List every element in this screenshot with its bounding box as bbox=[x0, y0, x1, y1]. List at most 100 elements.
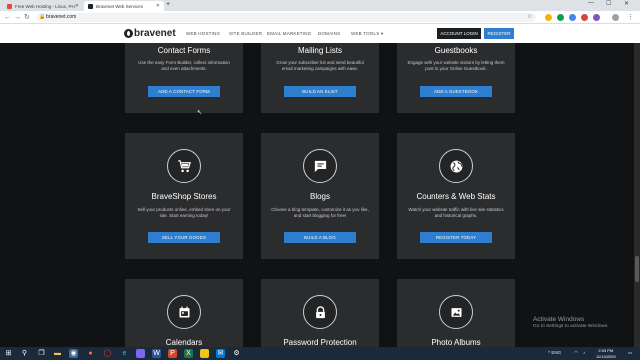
card-calendars: Calendars bbox=[125, 279, 243, 347]
extension-icon[interactable] bbox=[593, 14, 600, 21]
card-description: Grow your subscriber list and send beaut… bbox=[276, 60, 364, 71]
card-title: Mailing Lists bbox=[297, 46, 342, 55]
windows-taskbar: ⊞ ⚲ ❐ ▬ ◉ ● ◯ e W P X ✉ ⚙ ^ ENG ◠ ♪ 2:03… bbox=[0, 347, 640, 360]
register-today-button[interactable]: REGISTER TODAY bbox=[420, 232, 492, 243]
firefox-icon[interactable]: ● bbox=[86, 349, 95, 358]
add-contact-form-button[interactable]: ADD A CONTACT FORM bbox=[148, 86, 220, 97]
search-icon[interactable]: ⚲ bbox=[20, 349, 29, 358]
settings-gear-icon[interactable]: ⚙ bbox=[232, 349, 241, 358]
powerpoint-icon[interactable]: P bbox=[168, 349, 177, 358]
back-arrow-icon[interactable]: ← bbox=[4, 13, 11, 22]
opera-icon[interactable]: ◯ bbox=[103, 349, 112, 358]
card-title: Calendars bbox=[165, 338, 203, 347]
activate-windows-subtitle: Go to Settings to activate Windows. bbox=[533, 324, 609, 329]
site-header: bravenet WEB HOSTING SITE BUILDER EMAIL … bbox=[0, 24, 640, 43]
build-a-blog-button[interactable]: BUILD A BLOG bbox=[284, 232, 356, 243]
wifi-icon[interactable]: ◠ bbox=[574, 350, 578, 356]
tab-close-icon[interactable]: ✕ bbox=[75, 3, 79, 9]
tab-favicon-icon bbox=[88, 3, 93, 9]
activate-windows-title: Activate Windows bbox=[533, 316, 585, 323]
add-a-guestbook-button[interactable]: ADD A GUESTBOOK bbox=[420, 86, 492, 97]
card-title: Password Protection bbox=[283, 338, 357, 347]
extension-icon[interactable] bbox=[545, 14, 552, 21]
tab-label: Bravenet Web Services bbox=[96, 3, 143, 9]
card-title: Contact Forms bbox=[157, 46, 211, 55]
browser-menu-icon[interactable]: ⋮ bbox=[627, 13, 634, 22]
volume-icon[interactable]: ♪ bbox=[583, 350, 585, 355]
forward-arrow-icon[interactable]: → bbox=[14, 13, 21, 22]
nav-site-builder[interactable]: SITE BUILDER bbox=[229, 31, 262, 36]
system-tray[interactable]: ^ ENG bbox=[548, 350, 561, 355]
globe-icon bbox=[439, 149, 473, 183]
card-password-protection: Password Protection bbox=[261, 279, 379, 347]
notifications-icon[interactable]: ▭ bbox=[628, 350, 632, 356]
page-scrollbar-thumb[interactable] bbox=[635, 256, 639, 282]
photo-icon bbox=[439, 295, 473, 329]
reload-icon[interactable]: ↻ bbox=[24, 13, 30, 22]
page-scrollbar[interactable] bbox=[634, 43, 640, 347]
new-tab-button[interactable]: + bbox=[166, 1, 170, 8]
nav-email-marketing[interactable]: EMAIL MARKETING bbox=[267, 31, 311, 36]
clock-time: 2:03 PM bbox=[598, 348, 614, 353]
bravenet-logo[interactable]: bravenet bbox=[124, 28, 176, 39]
lock-icon: 🔒 bbox=[39, 14, 46, 20]
extension-icon[interactable] bbox=[569, 14, 576, 21]
bookmark-star-icon[interactable]: ☆ bbox=[527, 13, 532, 22]
calendar-icon bbox=[167, 295, 201, 329]
chrome-icon[interactable]: ◉ bbox=[69, 349, 78, 358]
card-description: Watch your website traffic with live sit… bbox=[408, 207, 504, 218]
nav-web-hosting[interactable]: WEB HOSTING bbox=[186, 31, 220, 36]
lock-icon bbox=[303, 295, 337, 329]
nav-web-tools[interactable]: WEB TOOLS ▾ bbox=[351, 31, 383, 37]
chat-bubble-icon bbox=[303, 149, 337, 183]
card-title: BraveShop Stores bbox=[151, 192, 217, 201]
card-description: Use the easy Form Builder, collect infor… bbox=[138, 60, 230, 71]
minimize-window-icon[interactable]: — bbox=[588, 0, 594, 6]
browser-tab-free-web-hosting[interactable]: Free Web Hosting - Linux, PHP, ... ✕ bbox=[3, 1, 83, 11]
card-contact-forms: Contact Forms Use the easy Form Builder,… bbox=[125, 43, 243, 113]
nav-domains[interactable]: DOMAINS bbox=[318, 31, 340, 36]
card-guestbooks: Guestbooks Engage with your website visi… bbox=[397, 43, 515, 113]
card-braveshop-stores: BraveShop Stores Sell your products onli… bbox=[125, 133, 243, 259]
mouse-cursor-icon: ↖ bbox=[197, 110, 203, 116]
card-title: Photo Albums bbox=[431, 338, 481, 347]
sell-your-goods-button[interactable]: SELL YOUR GOODS bbox=[148, 232, 220, 243]
build-an-elist-button[interactable]: BUILD AN ELIST bbox=[284, 86, 356, 97]
logo-text: bravenet bbox=[134, 28, 176, 39]
card-blogs: Blogs Choose a blog template, customize … bbox=[261, 133, 379, 259]
card-description: Choose a blog template, customize it as … bbox=[271, 207, 369, 218]
address-bar[interactable]: 🔒 bravenet.com bbox=[36, 13, 536, 22]
mail-icon[interactable]: ✉ bbox=[216, 349, 225, 358]
excel-icon[interactable]: X bbox=[184, 349, 193, 358]
card-photo-albums: Photo Albums bbox=[397, 279, 515, 347]
extension-icon[interactable] bbox=[581, 14, 588, 21]
folder-icon[interactable] bbox=[200, 349, 209, 358]
browser-toolbar: ← → ↻ 🔒 bravenet.com ☆ ⋮ bbox=[0, 11, 640, 24]
tab-close-icon[interactable]: ✕ bbox=[156, 3, 160, 9]
extension-icon[interactable] bbox=[557, 14, 564, 21]
card-title: Counters & Web Stats bbox=[416, 192, 496, 201]
card-title: Blogs bbox=[309, 192, 330, 201]
cart-icon bbox=[167, 149, 201, 183]
profile-avatar[interactable] bbox=[612, 14, 619, 21]
address-text: bravenet.com bbox=[46, 14, 77, 20]
card-title: Guestbooks bbox=[434, 46, 478, 55]
maximize-window-icon[interactable]: ☐ bbox=[606, 0, 611, 7]
bravenet-logo-mark-icon bbox=[124, 29, 133, 38]
tab-favicon-icon bbox=[7, 3, 12, 9]
task-view-icon[interactable]: ❐ bbox=[37, 349, 46, 358]
clock-date: 11/14/2020 bbox=[596, 353, 616, 359]
app-icon[interactable] bbox=[136, 349, 145, 358]
edge-icon[interactable]: e bbox=[120, 349, 129, 358]
account-login-button[interactable]: ACCOUNT LOGIN bbox=[437, 28, 481, 39]
browser-tab-bar: Free Web Hosting - Linux, PHP, ... ✕ Bra… bbox=[0, 0, 640, 11]
register-button[interactable]: REGISTER bbox=[484, 28, 514, 39]
taskbar-clock[interactable]: 2:03 PM 11/14/2020 bbox=[596, 348, 616, 359]
browser-tab-bravenet[interactable]: Bravenet Web Services ✕ bbox=[84, 1, 164, 11]
card-description: Sell your products online, embed store o… bbox=[137, 207, 231, 218]
close-window-icon[interactable]: ✕ bbox=[624, 0, 629, 7]
word-icon[interactable]: W bbox=[152, 349, 161, 358]
activate-windows-notice: Activate Windows Go to Settings to activ… bbox=[533, 316, 609, 329]
file-explorer-icon[interactable]: ▬ bbox=[53, 349, 62, 358]
windows-start-icon[interactable]: ⊞ bbox=[4, 349, 13, 358]
